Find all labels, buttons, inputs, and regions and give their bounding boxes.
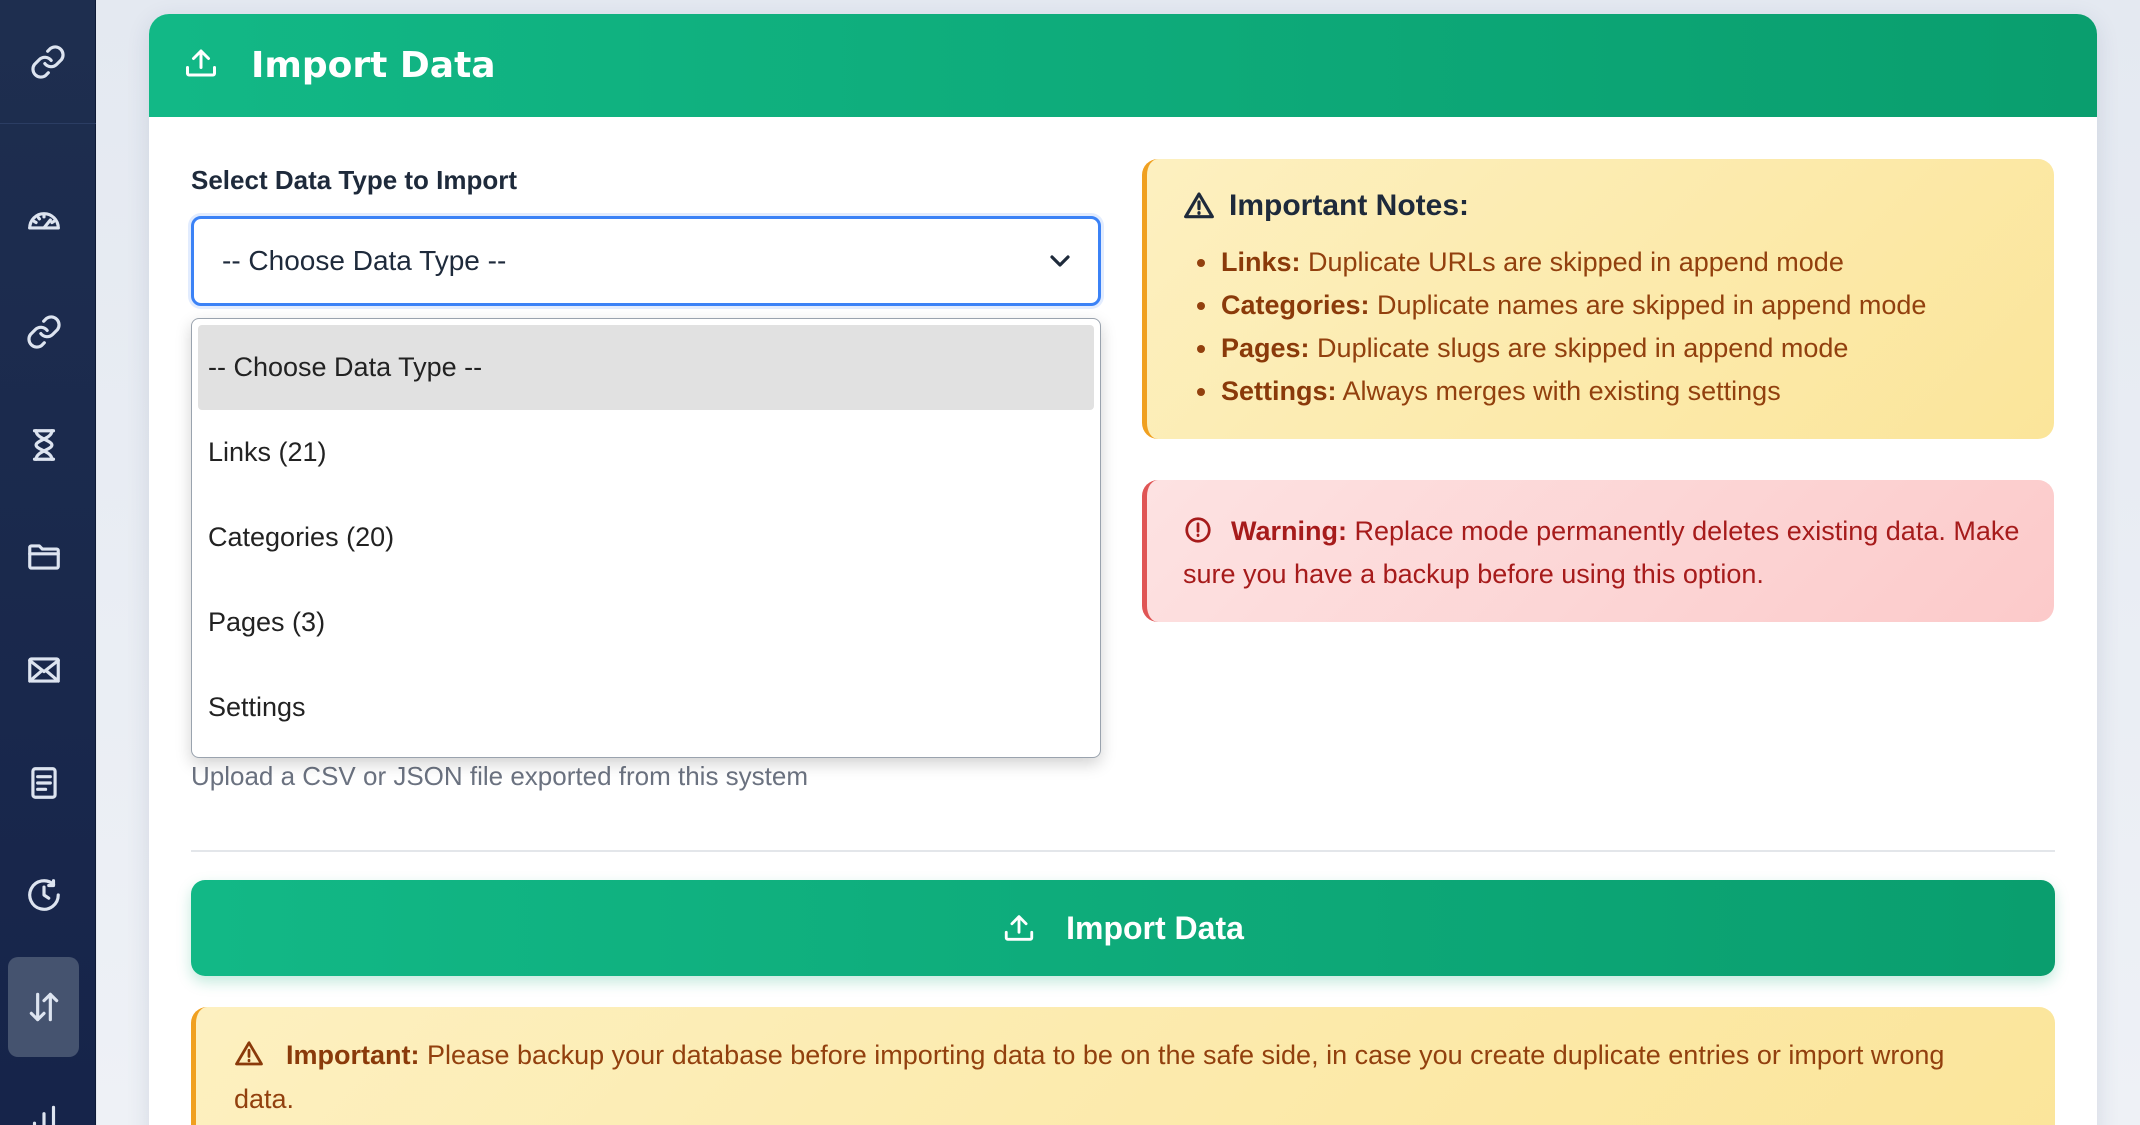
select-value: -- Choose Data Type -- (222, 245, 507, 276)
warning-key: Warning: (1231, 516, 1347, 546)
sidebar-logo[interactable] (0, 0, 96, 124)
envelope-icon (27, 657, 60, 683)
alert-circle-icon (1185, 517, 1211, 543)
document-icon (30, 767, 57, 799)
dropdown-option[interactable]: Settings (192, 665, 1100, 750)
data-type-dropdown: -- Choose Data Type -- Links (21) Catego… (191, 318, 1101, 758)
link-icon (26, 315, 61, 349)
sidebar-item-messages[interactable] (8, 620, 79, 720)
list-item: Pages: Duplicate slugs are skipped in ap… (1197, 327, 2054, 370)
note-text: Duplicate URLs are skipped in append mod… (1300, 247, 1844, 277)
dashboard-gauge-icon (27, 212, 60, 230)
bar-chart-icon (32, 1105, 55, 1125)
sidebar-item-stats[interactable] (8, 1070, 79, 1125)
important-text: Please backup your database before impor… (234, 1040, 1945, 1114)
warning-triangle-icon (235, 1041, 263, 1066)
note-text: Duplicate names are skipped in append mo… (1369, 290, 1927, 320)
sidebar-item-import-export[interactable] (8, 957, 79, 1057)
sidebar-item-pages[interactable] (8, 733, 79, 833)
dropdown-option[interactable]: Categories (20) (192, 495, 1100, 580)
important-key: Important: (286, 1040, 420, 1070)
notes-list: Links: Duplicate URLs are skipped in app… (1183, 241, 2054, 413)
note-key: Pages: (1221, 333, 1310, 363)
import-card: Import Data Select Data Type to Import -… (149, 14, 2097, 1125)
sidebar-item-history[interactable] (8, 845, 79, 945)
note-key: Links: (1221, 247, 1301, 277)
upload-icon (1004, 915, 1034, 941)
dropdown-option[interactable]: Pages (3) (192, 580, 1100, 665)
sidebar (0, 0, 96, 1125)
page-title: Import Data (251, 45, 496, 86)
arrows-up-down-icon (29, 992, 58, 1022)
notes-title-text: Important Notes: (1229, 189, 1469, 222)
import-button-label: Import Data (1066, 909, 1244, 946)
notes-title: Important Notes: (1183, 189, 2054, 223)
hourglass-icon (32, 429, 55, 461)
list-item: Categories: Duplicate names are skipped … (1197, 284, 2054, 327)
card-header: Import Data (149, 14, 2097, 117)
sidebar-item-scheduled[interactable] (8, 395, 79, 495)
backup-important-box: Important: Please backup your database b… (191, 1007, 2055, 1125)
file-hint: Upload a CSV or JSON file exported from … (191, 761, 809, 791)
folder-icon (27, 544, 60, 570)
import-data-button[interactable]: Import Data (191, 880, 2055, 976)
replace-warning-box: Warning: Replace mode permanently delete… (1142, 480, 2054, 622)
upload-icon (183, 45, 219, 86)
clock-history-icon (27, 879, 60, 911)
note-text: Always merges with existing settings (1336, 376, 1781, 406)
list-item: Settings: Always merges with existing se… (1197, 370, 2054, 413)
link-icon (31, 44, 65, 79)
dropdown-option[interactable]: Links (21) (192, 410, 1100, 495)
note-text: Duplicate slugs are skipped in append mo… (1309, 333, 1849, 363)
data-type-select[interactable]: -- Choose Data Type -- (191, 216, 1101, 306)
chevron-down-icon (1050, 255, 1070, 267)
note-key: Settings: (1221, 376, 1337, 406)
note-key: Categories: (1221, 290, 1370, 320)
warning-triangle-icon (1184, 192, 1214, 219)
data-type-label: Select Data Type to Import (191, 165, 518, 195)
sidebar-item-links[interactable] (8, 282, 79, 382)
divider (191, 850, 2055, 852)
dropdown-option[interactable]: -- Choose Data Type -- (198, 325, 1094, 410)
sidebar-item-dashboard[interactable] (8, 170, 79, 270)
sidebar-item-categories[interactable] (8, 507, 79, 607)
list-item: Links: Duplicate URLs are skipped in app… (1197, 241, 2054, 284)
important-notes-box: Important Notes: Links: Duplicate URLs a… (1142, 159, 2054, 439)
